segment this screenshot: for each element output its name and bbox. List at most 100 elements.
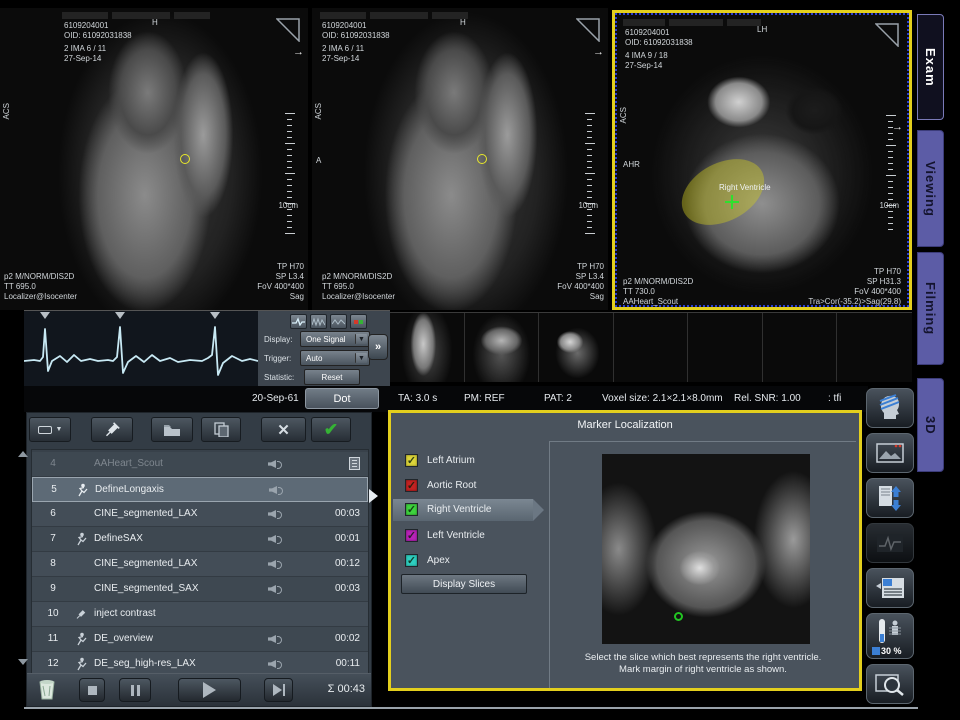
redacted-name-bar xyxy=(112,12,170,19)
trigger-marker-icon xyxy=(115,312,125,319)
view-options-split-button[interactable]: ▼ xyxy=(29,417,71,442)
display-dropdown[interactable]: One Signal▼ xyxy=(300,331,370,347)
speaker-icon xyxy=(268,584,281,594)
chevron-down-icon[interactable]: ▼ xyxy=(355,353,367,363)
copied-page-icon xyxy=(349,457,360,470)
protocol-row-11[interactable]: 11 DE_overview 00:02 xyxy=(32,627,368,652)
thumbnail-coronal[interactable] xyxy=(465,313,540,382)
protocol-row-4[interactable]: 4 AAHeart_Scout xyxy=(32,452,368,477)
checkbox-apex[interactable]: ✓ xyxy=(405,554,418,567)
protocol-step-list: 4 AAHeart_Scout 5 DefineLongaxis 6 CINE_… xyxy=(31,449,369,675)
tp-value: TP H70 xyxy=(277,262,304,272)
copy-step-button[interactable] xyxy=(201,417,241,442)
protocol-row-5-selected[interactable]: 5 DefineLongaxis xyxy=(32,477,368,502)
skip-to-end-button[interactable] xyxy=(264,678,293,702)
stop-button[interactable] xyxy=(79,678,105,702)
protocol-row-12[interactable]: 12 DE_seg_high-res_LAX 00:11 xyxy=(32,652,368,675)
step-name: CINE_segmented_SAX xyxy=(94,583,199,594)
corner-handle-icon[interactable] xyxy=(576,18,600,42)
checkbox-right-ventricle[interactable]: ✓ xyxy=(405,503,418,516)
protocol-info-button[interactable] xyxy=(866,568,914,608)
scroll-next-arrow-icon[interactable]: → xyxy=(293,46,304,58)
data-transfer-button[interactable] xyxy=(866,478,914,518)
scroll-up-arrow[interactable] xyxy=(18,451,28,457)
signal-wave-icon-button[interactable] xyxy=(330,314,347,329)
sp-value: SP H31.3 xyxy=(867,277,901,287)
expand-panel-button[interactable]: » xyxy=(368,334,388,360)
sar-monitor-button[interactable]: 30 % xyxy=(866,613,914,659)
orientation-top: H xyxy=(460,18,466,28)
pulse-icon-button[interactable] xyxy=(290,314,307,329)
slice-selection-border: 6109204001 OID: 61092031838 4 IMA 9 / 18… xyxy=(615,13,909,307)
marker-item-right-ventricle-selected[interactable]: ✓ Right Ventricle xyxy=(393,499,533,521)
scroll-next-arrow-icon[interactable]: → xyxy=(593,46,604,58)
tab-exam[interactable]: Exam xyxy=(917,14,944,120)
checkbox-left-ventricle[interactable]: ✓ xyxy=(405,529,418,542)
step-number: 10 xyxy=(42,608,64,619)
scale-label: 10cm xyxy=(578,201,598,211)
pm-value: PM: REF xyxy=(464,393,505,404)
image-gallery-button[interactable] xyxy=(866,433,914,473)
confirm-button[interactable]: ✔ xyxy=(311,417,351,442)
thumbnail-sagittal[interactable] xyxy=(390,313,465,382)
protocol-row-7[interactable]: 7 DefineSAX 00:01 xyxy=(32,527,368,552)
reset-button[interactable]: Reset xyxy=(304,369,360,385)
tab-viewing[interactable]: Viewing xyxy=(917,130,944,247)
sequence-params: p2 M/NORM/DIS2D xyxy=(322,272,392,282)
trigger-dropdown[interactable]: Auto▼ xyxy=(300,350,370,366)
signal-grid-icon-button[interactable] xyxy=(310,314,327,329)
protocol-row-6[interactable]: 6 CINE_segmented_LAX 00:03 xyxy=(32,502,368,527)
checkbox-aortic-root[interactable]: ✓ xyxy=(405,479,418,492)
scan-date: 27-Sep-14 xyxy=(64,54,101,64)
display-slices-label: Display Slices xyxy=(433,579,495,590)
right-ventricle-marker[interactable] xyxy=(725,195,739,209)
statistic-label: Statistic: xyxy=(264,373,294,382)
exam-date: 20-Sep-61 xyxy=(252,393,299,404)
protocol-queue-panel: ▼ ✕ ✔ 4 AAHeart_Scout 5 Defin xyxy=(26,412,372,707)
protocol-row-8[interactable]: 8 CINE_segmented_LAX 00:12 xyxy=(32,552,368,577)
cancel-button[interactable]: ✕ xyxy=(261,417,306,442)
viewport-sagittal-1[interactable]: 6109204001 OID: 61092031838 2 IMA 6 / 11… xyxy=(0,8,308,310)
orientation-side: ACS xyxy=(619,107,628,123)
oid-label: OID: 61092031838 xyxy=(64,31,132,41)
patient-registration-button[interactable] xyxy=(866,388,914,428)
protocol-row-10[interactable]: 10 inject contrast xyxy=(32,602,368,627)
protocol-row-9[interactable]: 9 CINE_segmented_SAX 00:03 xyxy=(32,577,368,602)
corner-handle-icon[interactable] xyxy=(875,23,899,47)
skip-icon xyxy=(273,684,282,696)
corner-handle-icon[interactable] xyxy=(276,18,300,42)
step-duration: 00:11 xyxy=(336,658,360,669)
sar-percentage: 30 % xyxy=(881,646,902,656)
marker-name-label: Right Ventricle xyxy=(719,183,771,193)
open-protocol-button[interactable] xyxy=(151,417,193,442)
oid-label: OID: 61092031838 xyxy=(322,31,390,41)
play-button[interactable] xyxy=(178,678,241,702)
contrast-injection-button[interactable] xyxy=(91,417,133,442)
tab-label: Viewing xyxy=(923,161,938,217)
thumbnail-axial[interactable] xyxy=(539,313,614,382)
trash-button[interactable] xyxy=(33,678,60,702)
redacted-name-bar xyxy=(62,12,108,19)
waveform-tool-button[interactable] xyxy=(866,523,914,563)
viewport-active-hla[interactable]: 6109204001 OID: 61092031838 4 IMA 9 / 18… xyxy=(612,10,912,310)
tab-3d[interactable]: 3D xyxy=(917,378,944,472)
chevron-down-icon[interactable]: ▼ xyxy=(355,334,367,344)
tab-filming[interactable]: Filming xyxy=(917,252,944,365)
pause-button[interactable] xyxy=(119,678,151,702)
dot-engine-button[interactable]: Dot xyxy=(305,388,379,409)
selected-item-arrow xyxy=(533,499,544,521)
orientation-anterior: A xyxy=(316,156,321,166)
display-slices-button[interactable]: Display Slices xyxy=(401,574,527,594)
led-status-icon-button[interactable] xyxy=(350,314,367,329)
scroll-down-arrow[interactable] xyxy=(18,659,28,665)
marker-label: Left Ventricle xyxy=(427,530,485,541)
viewport-sagittal-2[interactable]: 6109204001 OID: 61092031838 2 IMA 6 / 11… xyxy=(312,8,608,310)
step-name: AAHeart_Scout xyxy=(94,458,163,469)
checkbox-left-atrium[interactable]: ✓ xyxy=(405,454,418,467)
preview-zoom-button[interactable] xyxy=(866,664,914,704)
patient-id: 6109204001 xyxy=(625,28,670,38)
close-icon: ✕ xyxy=(277,421,290,439)
step-name: DE_seg_high-res_LAX xyxy=(94,658,196,669)
oid-label: OID: 61092031838 xyxy=(625,38,693,48)
sp-value: SP L3.4 xyxy=(576,272,604,282)
